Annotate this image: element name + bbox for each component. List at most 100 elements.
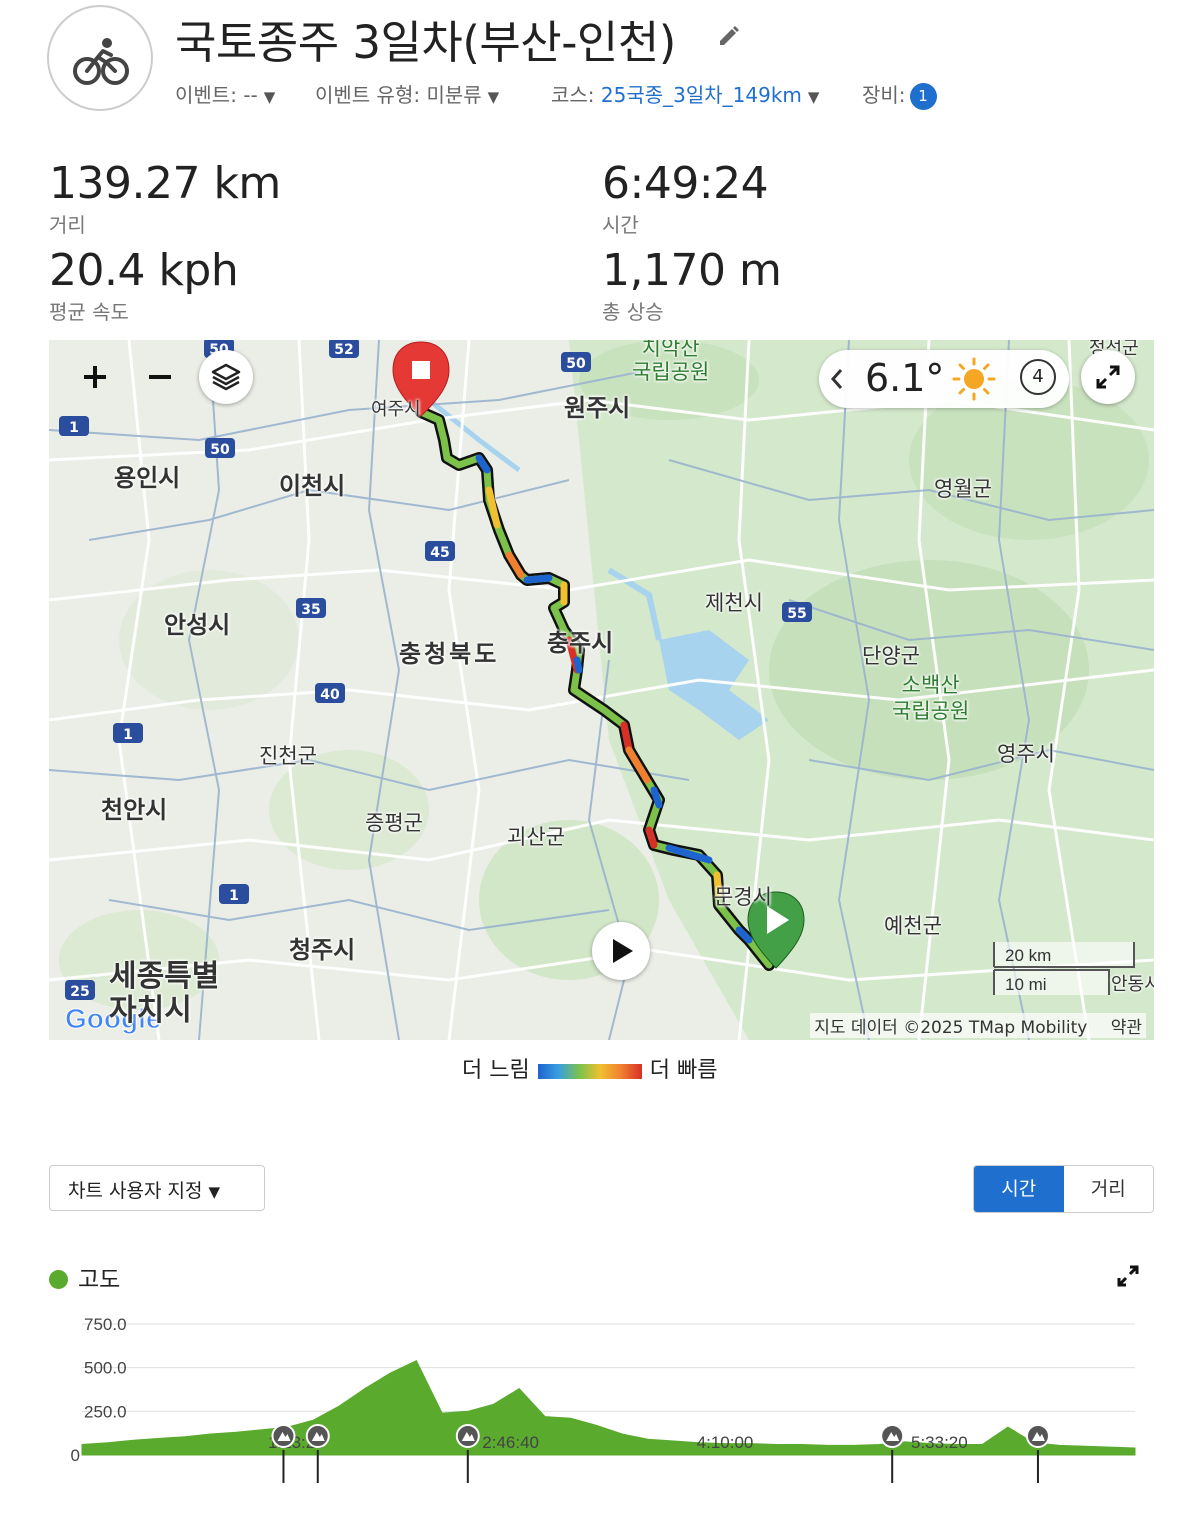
tab-time[interactable]: 시간	[974, 1166, 1064, 1212]
stat-time: 6:49:24 시간	[602, 158, 769, 238]
highway-number: 40	[320, 687, 340, 703]
stat-ascent-label: 총 상승	[602, 300, 664, 324]
map-label-goesan: 괴산군	[507, 825, 565, 849]
gear-label: 장비:	[862, 83, 906, 107]
activity-title[interactable]: 국토종주 3일차(부산-인천)	[175, 6, 676, 71]
speed-gradient-bar	[537, 1063, 642, 1079]
elevation-chart[interactable]: 750.0 500.0 250.0 0 1:23:20 2:46:40 4:10:00 5:3…	[49, 1300, 1149, 1490]
minus-icon	[149, 375, 171, 379]
expand-icon	[1117, 1265, 1139, 1287]
customize-chart-dropdown[interactable]: 차트 사용자 지정 ▼	[49, 1165, 265, 1211]
y-tick-label: 500.0	[84, 1359, 127, 1378]
event-type-label: 이벤트 유형:	[315, 83, 421, 107]
course-link[interactable]: 25국종_3일차_149km	[601, 83, 802, 107]
activity-type-avatar	[47, 5, 153, 111]
map-label-icheon: 이천시	[279, 472, 346, 500]
highway-number: 25	[70, 984, 89, 1000]
route-map[interactable]: 52 50 1 50 45 35 40 1 1 25 55 50 20 km 1…	[49, 340, 1154, 1040]
speed-legend: 더 느림 더 빠름	[462, 1052, 717, 1084]
map-label-yeongju: 영주시	[997, 742, 1055, 766]
edit-pencil-icon[interactable]	[717, 24, 741, 52]
course-label: 코스:	[551, 83, 595, 107]
stat-ascent-value: 1,170 m	[602, 245, 782, 296]
course-selector[interactable]: 코스: 25국종_3일차_149km ▼	[551, 79, 819, 108]
highway-shield: 55	[782, 602, 812, 622]
zoom-in-button[interactable]	[68, 350, 122, 404]
expand-icon	[1096, 365, 1120, 389]
stat-distance-label: 거리	[49, 213, 86, 237]
y-tick-label: 0	[71, 1446, 80, 1465]
map-label-andong: 안동시	[1111, 974, 1154, 995]
wind-speed-value: 4	[1032, 366, 1044, 387]
event-type-selector[interactable]: 이벤트 유형: 미분류 ▼	[315, 79, 499, 108]
stat-distance-value: 139.27 km	[49, 158, 281, 209]
caret-down-icon: ▼	[208, 1183, 220, 1201]
fullscreen-button[interactable]	[1081, 350, 1135, 404]
event-type-value: 미분류	[426, 83, 482, 107]
sun-icon	[952, 357, 996, 401]
highway-shield: 52	[329, 340, 359, 358]
layers-icon	[211, 363, 241, 391]
tab-distance[interactable]: 거리	[1063, 1166, 1153, 1212]
map-attribution: 지도 데이터 ©2025 TMap Mobility 약관	[810, 1013, 1146, 1038]
elevation-title-text: 고도	[78, 1267, 121, 1293]
highway-number: 1	[229, 888, 239, 904]
stat-time-value: 6:49:24	[602, 158, 769, 209]
highway-shield: 1	[113, 723, 143, 743]
speed-legend-slow: 더 느림	[462, 1058, 530, 1083]
map-label-cheonan: 천안시	[101, 796, 168, 824]
highway-number: 1	[123, 727, 133, 743]
chevron-left-icon[interactable]	[827, 366, 847, 392]
plus-icon	[84, 366, 106, 388]
x-tick-label: 2:46:40	[482, 1433, 539, 1452]
chart-fullscreen-button[interactable]	[1116, 1264, 1140, 1292]
map-label-yecheon: 예천군	[884, 914, 942, 938]
stat-avg-speed: 20.4 kph 평균 속도	[49, 245, 239, 325]
map-label-sejong: 세종특별 자치시	[109, 959, 220, 1028]
highway-number: 1	[69, 420, 79, 436]
stat-avg-speed-value: 20.4 kph	[49, 245, 239, 296]
elevation-chart-title: 고도	[49, 1260, 120, 1294]
y-tick-label: 750.0	[84, 1315, 127, 1334]
highway-shield: 1	[59, 416, 89, 436]
stat-avg-speed-label: 평균 속도	[49, 300, 129, 324]
map-label-wonju: 원주시	[564, 394, 631, 422]
temperature-value: 6.1°	[865, 356, 945, 400]
gear-selector[interactable]: 장비: 1	[862, 79, 937, 110]
gear-count-badge[interactable]: 1	[909, 83, 937, 110]
highway-shield: 25	[65, 980, 95, 1000]
stat-distance: 139.27 km 거리	[49, 158, 281, 238]
map-layers-button[interactable]	[199, 350, 253, 404]
map-label-yeoju: 여주시	[371, 399, 421, 420]
weather-widget[interactable]: 6.1° 4	[819, 350, 1069, 408]
event-selector[interactable]: 이벤트: -- ▼	[175, 79, 275, 108]
event-value: --	[243, 83, 258, 107]
map-label-chiak-park: 치악산 국립공원	[632, 340, 710, 384]
zoom-out-button[interactable]	[133, 350, 187, 404]
map-label-jecheon: 제천시	[705, 591, 763, 615]
highway-shield: 50	[561, 352, 591, 372]
play-route-button[interactable]	[592, 922, 650, 980]
highway-shield: 40	[315, 683, 345, 703]
x-tick-label: 4:10:00	[697, 1433, 754, 1452]
map-label-jincheon: 진천군	[259, 744, 317, 768]
map-terms-link[interactable]: 약관	[1111, 1018, 1142, 1038]
caret-down-icon: ▼	[263, 88, 276, 106]
map-label-jeungpyeong: 증평군	[365, 811, 423, 835]
map-label-danyang: 단양군	[862, 644, 920, 668]
caret-down-icon: ▼	[487, 88, 500, 106]
highway-shield: 50	[205, 438, 235, 458]
xaxis-toggle[interactable]: 시간 거리	[973, 1165, 1154, 1213]
bicycle-icon	[73, 38, 129, 85]
speed-legend-fast: 더 빠름	[649, 1058, 718, 1083]
highway-number: 52	[334, 342, 353, 358]
map-label-cheongju: 청주시	[289, 936, 356, 964]
highway-shield: 1	[219, 884, 249, 904]
stat-time-label: 시간	[602, 213, 639, 237]
map-label-anseong: 안성시	[164, 611, 231, 639]
elevation-area	[81, 1360, 1136, 1456]
play-icon	[613, 939, 633, 963]
elevation-chart-svg[interactable]: 750.0500.0250.001:23:20 2:46:40 4:10:00 5:3…	[49, 1300, 1149, 1490]
caret-down-icon: ▼	[807, 88, 820, 106]
stat-ascent: 1,170 m 총 상승	[602, 245, 782, 325]
